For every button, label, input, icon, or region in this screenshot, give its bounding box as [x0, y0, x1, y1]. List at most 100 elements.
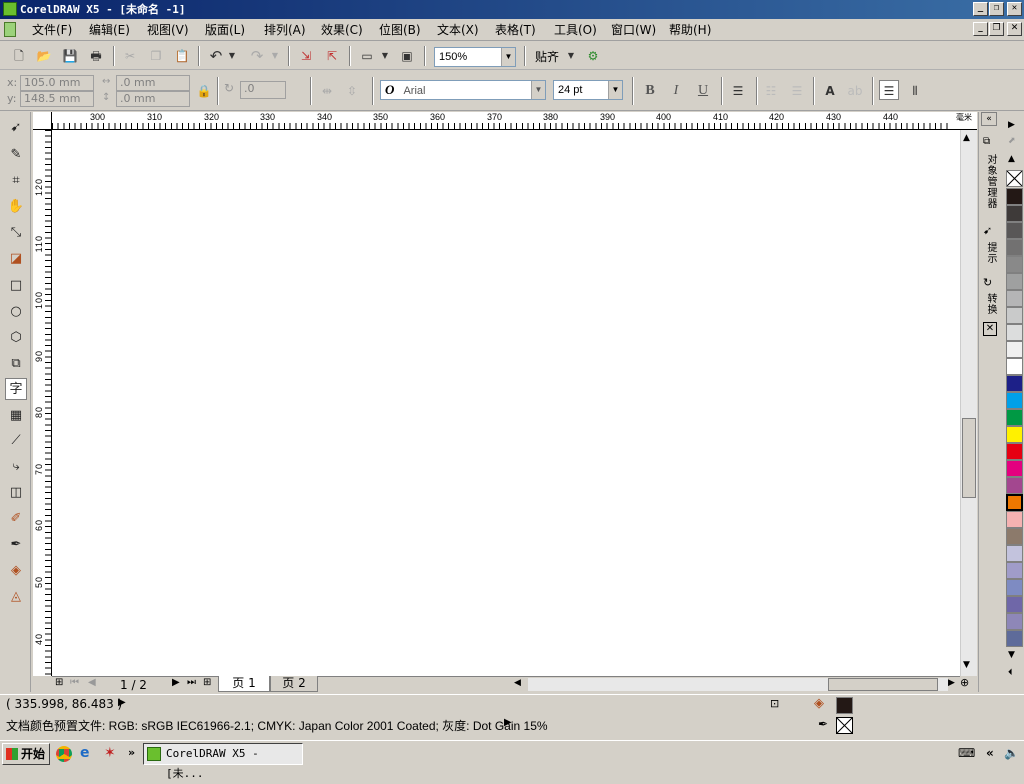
color-swatch[interactable] [1006, 256, 1023, 273]
fill-color-swatch[interactable] [836, 697, 853, 714]
color-swatch[interactable] [1006, 239, 1023, 256]
color-swatch[interactable] [1006, 324, 1023, 341]
no-color-swatch[interactable] [1006, 170, 1023, 187]
horizontal-ruler[interactable]: 300 310 320 330 340 350 360 370 380 390 … [52, 112, 977, 130]
menu-view[interactable]: 视图(V) [147, 22, 189, 38]
text-properties-icon[interactable]: ab [845, 81, 865, 101]
first-page-icon[interactable]: ⏮ [70, 677, 79, 688]
drop-cap-icon[interactable]: ☰ [787, 81, 807, 101]
open-icon[interactable]: 📂 [34, 46, 54, 66]
palette-scroll-down-icon[interactable]: ▼ [1008, 650, 1015, 660]
close-docker-icon[interactable]: ✕ [983, 322, 997, 336]
connector-tool-icon[interactable]: ⤷ [5, 456, 27, 478]
pick-tool-icon[interactable]: ➹ [5, 117, 27, 139]
interactive-fill-tool-icon[interactable]: ◬ [5, 586, 27, 608]
color-swatch[interactable] [1006, 579, 1023, 596]
zoom-pan-tool-icon[interactable]: ✋ [5, 196, 27, 218]
mirror-horizontal-icon[interactable]: ⇹ [317, 81, 337, 101]
freehand-tool-icon[interactable]: ⤡ [5, 222, 27, 244]
chevron-down-icon[interactable]: ▼ [531, 81, 545, 99]
redo-dropdown-icon[interactable]: ▼ [270, 46, 280, 66]
menu-edit[interactable]: 编辑(E) [89, 22, 130, 38]
color-swatch[interactable] [1006, 409, 1023, 426]
add-page-after-icon[interactable]: ⊞ [203, 677, 211, 688]
basic-shapes-tool-icon[interactable]: ⧉ [5, 353, 27, 375]
height-field[interactable]: .0 mm [116, 91, 190, 107]
undo-icon[interactable]: ↶ [206, 46, 226, 66]
menu-effects[interactable]: 效果(C) [321, 22, 363, 38]
rectangle-tool-icon[interactable]: □ [5, 275, 27, 297]
ie-icon[interactable]: e [80, 745, 90, 761]
italic-button[interactable]: I [666, 81, 686, 101]
blend-tool-icon[interactable]: ◫ [5, 482, 27, 504]
zoom-level-combo[interactable]: 150% ▼ [434, 47, 516, 67]
menu-bitmaps[interactable]: 位图(B) [379, 22, 421, 38]
menu-arrange[interactable]: 排列(A) [264, 22, 306, 38]
scroll-right-icon[interactable]: ▶ [948, 678, 955, 688]
minimize-button[interactable]: _ [973, 2, 988, 16]
color-swatch[interactable] [1006, 222, 1023, 239]
color-swatch[interactable] [1006, 341, 1023, 358]
color-swatch[interactable] [1006, 307, 1023, 324]
vertical-ruler[interactable]: 120 110 100 90 80 70 60 50 40 [33, 130, 52, 676]
ruler-origin-corner[interactable] [33, 112, 52, 130]
fill-tool-icon[interactable]: ◈ [5, 560, 27, 582]
tab-page-2[interactable]: 页 2 [270, 676, 318, 692]
palette-scroll-up-icon[interactable]: ▶ [1008, 120, 1015, 130]
color-swatch[interactable] [1006, 460, 1023, 477]
color-swatch[interactable] [1006, 392, 1023, 409]
color-swatch[interactable] [1006, 188, 1023, 205]
menu-layout[interactable]: 版面(L) [205, 22, 245, 38]
color-swatch[interactable] [1006, 596, 1023, 613]
outline-color-swatch[interactable] [836, 717, 853, 734]
crop-tool-icon[interactable]: ⌗ [5, 170, 27, 192]
palette-arrow-icon[interactable]: ⬈ [1008, 136, 1016, 146]
menu-table[interactable]: 表格(T) [495, 22, 536, 38]
maximize-button[interactable]: ❐ [989, 2, 1004, 16]
rotation-angle-field[interactable]: .0 [240, 81, 286, 99]
scroll-up-icon[interactable]: ▲ [963, 133, 970, 143]
export-icon[interactable]: ⇱ [322, 46, 342, 66]
scroll-down-icon[interactable]: ▼ [963, 660, 970, 670]
app-quicklaunch-icon[interactable]: ✶ [104, 745, 116, 761]
undo-dropdown-icon[interactable]: ▼ [227, 46, 237, 66]
save-icon[interactable]: 💾 [60, 46, 80, 66]
eyedropper-tool-icon[interactable]: ✐ [5, 508, 27, 530]
color-swatch[interactable] [1006, 358, 1023, 375]
width-field[interactable]: .0 mm [116, 75, 190, 91]
color-swatch[interactable] [1006, 273, 1023, 290]
table-tool-icon[interactable]: ▦ [5, 405, 27, 427]
tab-page-1[interactable]: 页 1 [218, 676, 270, 692]
color-swatch[interactable] [1006, 562, 1023, 579]
more-quicklaunch-icon[interactable]: » [128, 746, 135, 759]
color-swatch[interactable] [1006, 630, 1023, 647]
polygon-tool-icon[interactable]: ⬡ [5, 327, 27, 349]
vertical-text-icon[interactable]: ⦀ [905, 81, 925, 101]
palette-scroll-icon[interactable]: ▲ [1008, 154, 1015, 164]
dimension-tool-icon[interactable]: ⟋ [5, 430, 27, 452]
outline-pen-tool-icon[interactable]: ✒ [5, 534, 27, 556]
underline-button[interactable]: U [693, 81, 713, 101]
tab-transformations[interactable]: 转换 [983, 293, 998, 315]
launcher-dropdown-icon[interactable]: ▼ [380, 46, 390, 66]
scroll-thumb[interactable] [962, 418, 976, 498]
font-family-combo[interactable]: O Arial ▼ [380, 80, 546, 100]
close-button[interactable]: ✕ [1007, 2, 1022, 16]
options-icon[interactable]: ⚙ [583, 46, 603, 66]
welcome-screen-icon[interactable]: ▣ [397, 46, 417, 66]
menu-help[interactable]: 帮助(H) [669, 22, 711, 38]
mirror-vertical-icon[interactable]: ⇳ [342, 81, 362, 101]
task-coreldraw[interactable]: CorelDRAW X5 - [未... [143, 743, 303, 780]
profile-expand-icon[interactable]: ▶ [504, 717, 512, 728]
color-profile-info[interactable]: 文档颜色预置文件: RGB: sRGB IEC61966-2.1; CMYK: … [6, 717, 548, 734]
x-position-field[interactable]: 105.0 mm [20, 75, 94, 91]
text-align-icon[interactable]: ☰ [728, 81, 748, 101]
tab-hints[interactable]: 提示 [983, 242, 998, 264]
status-expand-icon[interactable]: ▶ [118, 697, 126, 708]
tab-object-manager[interactable]: 对象管理器 [983, 154, 998, 209]
print-icon[interactable]: 🖶 [86, 46, 106, 66]
color-swatch[interactable] [1006, 375, 1023, 392]
menu-file[interactable]: 文件(F) [32, 22, 72, 38]
cut-icon[interactable]: ✂ [120, 46, 140, 66]
palette-expand-icon[interactable]: ⏴ [1008, 668, 1013, 678]
